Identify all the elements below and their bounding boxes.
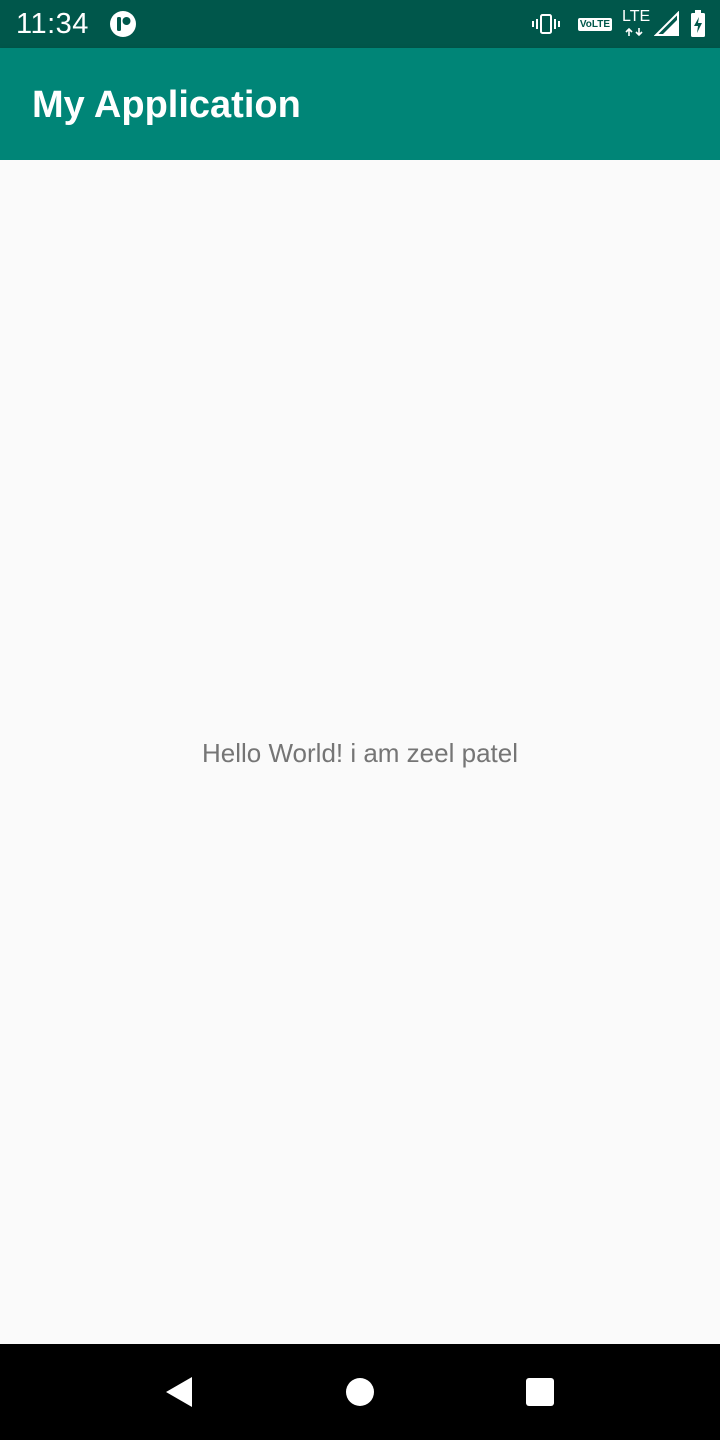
status-time: 11:34 bbox=[16, 8, 89, 40]
app-notification-icon bbox=[109, 10, 137, 38]
lte-label: LTE bbox=[622, 8, 651, 25]
hello-text: Hello World! i am zeel patel bbox=[202, 738, 518, 768]
app-bar: My Application bbox=[0, 48, 720, 160]
home-icon bbox=[346, 1378, 374, 1406]
vibrate-icon bbox=[531, 12, 560, 36]
back-button[interactable] bbox=[156, 1370, 200, 1414]
main-content: Hello World! i am zeel patel bbox=[0, 160, 720, 1344]
back-icon bbox=[166, 1377, 192, 1407]
volte-icon: VoLTE bbox=[577, 17, 612, 31]
signal-icon bbox=[654, 11, 680, 37]
home-button[interactable] bbox=[338, 1370, 382, 1414]
app-title: My Application bbox=[32, 84, 301, 126]
recents-button[interactable] bbox=[518, 1370, 562, 1414]
recents-icon bbox=[526, 1378, 554, 1406]
status-icons: VoLTE LTE bbox=[531, 8, 706, 40]
navigation-bar bbox=[0, 1344, 720, 1440]
battery-charging-icon bbox=[690, 10, 706, 38]
lte-data-icon: LTE bbox=[622, 8, 651, 39]
status-bar: 11:34 VoLTE LTE bbox=[0, 0, 720, 48]
